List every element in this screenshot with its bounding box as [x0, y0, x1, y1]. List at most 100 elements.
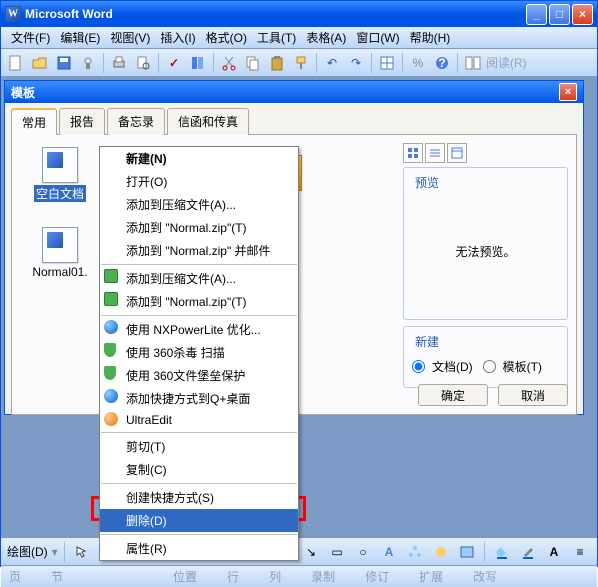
- template-blank-document[interactable]: 空白文档: [24, 147, 96, 202]
- table-icon[interactable]: [376, 52, 398, 74]
- dialog-close-button[interactable]: ×: [559, 83, 577, 101]
- ctx-create-shortcut[interactable]: 创建快捷方式(S): [100, 486, 298, 509]
- ctx-360-scan[interactable]: 使用 360杀毒 扫描: [100, 341, 298, 364]
- dialog-title: 模板: [11, 84, 35, 101]
- preview-fieldset: 预览 无法预览。: [403, 167, 568, 320]
- diagram-icon[interactable]: [404, 541, 426, 563]
- save-icon[interactable]: [53, 52, 75, 74]
- arrow-icon[interactable]: ↘: [300, 541, 322, 563]
- help-icon[interactable]: ?: [431, 52, 453, 74]
- view-details-button[interactable]: [447, 143, 467, 163]
- permission-icon[interactable]: [77, 52, 99, 74]
- tab-strip: 常用 报告 备忘录 信函和传真: [11, 107, 577, 135]
- spellcheck-icon[interactable]: ✓: [163, 52, 185, 74]
- ctx-360-bunker[interactable]: 使用 360文件堡垒保护: [100, 364, 298, 387]
- ctx-add-to-normal-zip-mail[interactable]: 添加到 "Normal.zip" 并邮件: [100, 239, 298, 262]
- menu-format[interactable]: 格式(O): [202, 27, 251, 48]
- word-app-icon: [5, 6, 21, 22]
- tab-letters[interactable]: 信函和传真: [167, 108, 249, 135]
- cancel-button[interactable]: 取消: [498, 384, 568, 406]
- paste-icon[interactable]: [266, 52, 288, 74]
- qplus-icon: [104, 389, 118, 403]
- open-icon[interactable]: [29, 52, 51, 74]
- context-menu: 新建(N) 打开(O) 添加到压缩文件(A)... 添加到 "Normal.zi…: [99, 146, 299, 561]
- ctx-properties[interactable]: 属性(R): [100, 537, 298, 560]
- ctx-add-to-normal-zip-2[interactable]: 添加到 "Normal.zip"(T): [100, 290, 298, 313]
- line-color-icon[interactable]: [517, 541, 539, 563]
- menu-table[interactable]: 表格(A): [302, 27, 350, 48]
- template-label: Normal01.: [32, 265, 87, 279]
- ctx-new[interactable]: 新建(N): [100, 147, 298, 170]
- view-list-button[interactable]: [425, 143, 445, 163]
- view-large-icons-button[interactable]: [403, 143, 423, 163]
- status-position: 位置: [173, 568, 197, 585]
- ctx-delete[interactable]: 删除(D): [100, 509, 298, 532]
- ctx-cut[interactable]: 剪切(T): [100, 435, 298, 458]
- tab-reports[interactable]: 报告: [59, 108, 105, 135]
- font-color-icon[interactable]: A: [543, 541, 565, 563]
- ctx-add-to-zip-2[interactable]: 添加到压缩文件(A)...: [100, 267, 298, 290]
- line-style-icon[interactable]: ≡: [569, 541, 591, 563]
- menu-help[interactable]: 帮助(H): [406, 27, 455, 48]
- titlebar: Microsoft Word _ □ ×: [1, 1, 597, 27]
- status-record: 录制: [311, 568, 335, 585]
- select-objects-icon[interactable]: [71, 541, 93, 563]
- reading-label[interactable]: 阅读(R): [486, 54, 527, 71]
- menu-tools[interactable]: 工具(T): [253, 27, 300, 48]
- preview-legend: 预览: [412, 174, 442, 191]
- picture-icon[interactable]: [456, 541, 478, 563]
- ctx-separator: [101, 534, 297, 535]
- template-label: 空白文档: [34, 185, 86, 202]
- nxpowerlite-icon: [104, 320, 118, 334]
- copy-icon[interactable]: [242, 52, 264, 74]
- drawing-label[interactable]: 绘图(D): [7, 543, 48, 560]
- zoom-icon[interactable]: %: [407, 52, 429, 74]
- redo-icon[interactable]: ↷: [345, 52, 367, 74]
- dialog-titlebar[interactable]: 模板 ×: [5, 81, 583, 103]
- tab-memos[interactable]: 备忘录: [107, 108, 165, 135]
- radio-template-input[interactable]: [483, 360, 496, 373]
- menu-window[interactable]: 窗口(W): [352, 27, 403, 48]
- maximize-button[interactable]: □: [549, 4, 570, 25]
- status-overwrite: 改写: [473, 568, 497, 585]
- create-legend: 新建: [412, 333, 442, 350]
- preview-icon[interactable]: [132, 52, 154, 74]
- clipart-icon[interactable]: [430, 541, 452, 563]
- rectangle-icon[interactable]: ▭: [326, 541, 348, 563]
- new-doc-icon[interactable]: [5, 52, 27, 74]
- radio-template[interactable]: 模板(T): [483, 358, 542, 375]
- status-track: 修订: [365, 568, 389, 585]
- oval-icon[interactable]: ○: [352, 541, 374, 563]
- radio-document-input[interactable]: [412, 360, 425, 373]
- ok-button[interactable]: 确定: [418, 384, 488, 406]
- status-page: 页: [9, 568, 21, 585]
- ctx-add-to-normal-zip[interactable]: 添加到 "Normal.zip"(T): [100, 216, 298, 239]
- reading-layout-icon[interactable]: [462, 52, 484, 74]
- tab-general[interactable]: 常用: [11, 108, 57, 135]
- workspace: 模板 × 常用 报告 备忘录 信函和传真 空白文档: [1, 77, 597, 537]
- menu-edit[interactable]: 编辑(E): [56, 27, 104, 48]
- ultraedit-icon: [104, 412, 118, 426]
- menu-insert[interactable]: 插入(I): [156, 27, 199, 48]
- ctx-qplus[interactable]: 添加快捷方式到Q+桌面: [100, 387, 298, 410]
- minimize-button[interactable]: _: [526, 4, 547, 25]
- ctx-nxpowerlite[interactable]: 使用 NXPowerLite 优化...: [100, 318, 298, 341]
- format-painter-icon[interactable]: [290, 52, 312, 74]
- ctx-add-to-zip[interactable]: 添加到压缩文件(A)...: [100, 193, 298, 216]
- shield-icon: [104, 366, 116, 380]
- insert-wordart-icon[interactable]: A: [378, 541, 400, 563]
- ctx-open[interactable]: 打开(O): [100, 170, 298, 193]
- status-extend: 扩展: [419, 568, 443, 585]
- template-normal01[interactable]: Normal01.: [24, 227, 96, 279]
- fill-color-icon[interactable]: [491, 541, 513, 563]
- menu-file[interactable]: 文件(F): [7, 27, 54, 48]
- undo-icon[interactable]: ↶: [321, 52, 343, 74]
- close-button[interactable]: ×: [572, 4, 593, 25]
- print-icon[interactable]: [108, 52, 130, 74]
- ctx-ultraedit[interactable]: UltraEdit: [100, 410, 298, 430]
- research-icon[interactable]: [187, 52, 209, 74]
- menu-view[interactable]: 视图(V): [106, 27, 154, 48]
- cut-icon[interactable]: [218, 52, 240, 74]
- radio-document[interactable]: 文档(D): [412, 358, 473, 375]
- ctx-copy[interactable]: 复制(C): [100, 458, 298, 481]
